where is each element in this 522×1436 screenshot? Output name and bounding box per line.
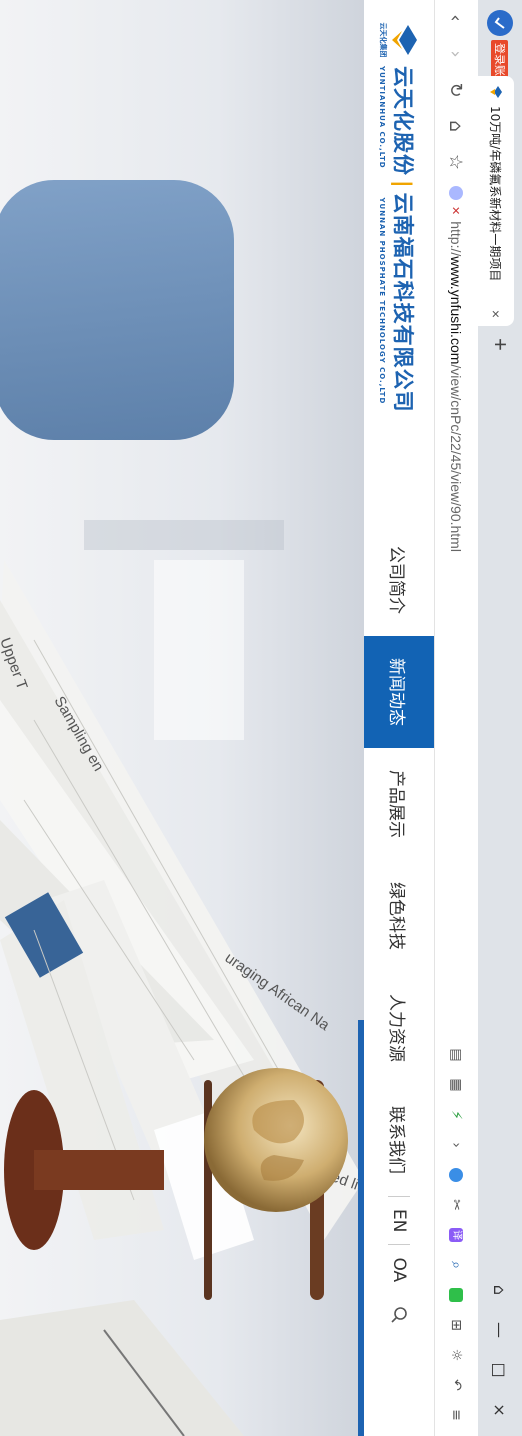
logo-group-name: 云天化集团: [379, 22, 387, 58]
extension-bolt-icon[interactable]: ⚡: [448, 1100, 464, 1130]
expand-tools-icon[interactable]: ›: [448, 1130, 464, 1160]
account-avatar-icon[interactable]: [487, 10, 513, 36]
qr-code-icon[interactable]: ▦: [448, 1070, 464, 1100]
logo-emblem-icon: [392, 25, 417, 55]
tab-close-icon[interactable]: ×: [488, 310, 504, 318]
site-favicon-icon: [490, 86, 502, 98]
nav-item-news[interactable]: 新闻动态: [364, 636, 434, 748]
url-field[interactable]: ✕ http:// www.ynfushi.com /view/cnPc/22/…: [434, 186, 478, 552]
reload-button[interactable]: ↻: [446, 72, 467, 108]
tab-title: 10万吨/年磷氟系新材料一期项目: [488, 106, 503, 282]
notification-extension-icon[interactable]: [448, 1160, 464, 1190]
nav-item-contact[interactable]: 联系我们: [364, 1084, 434, 1196]
nav-item-about[interactable]: 公司简介: [364, 524, 434, 636]
browser-tab[interactable]: 10万吨/年磷氟系新材料一期项目 ×: [478, 76, 514, 326]
green-extension-icon[interactable]: [448, 1280, 464, 1310]
forward-button[interactable]: ›: [446, 36, 467, 72]
back-button[interactable]: ‹: [446, 0, 467, 36]
logo-brand-name: 云天化股份: [391, 66, 416, 176]
logo-en-left: YUNTIANHUA CO.,LTD: [378, 66, 387, 169]
company-logo[interactable]: 云天化集团 云天化股份 | 云南福石科技有限公司 YUNTIANHUA CO.,LT…: [364, 20, 434, 413]
logo-company-name: 云南福石科技有限公司: [391, 192, 416, 413]
address-toolbar: ‹ › ↻ ⌂ ☆ ✕ http:// www.ynfushi.com /vie…: [434, 0, 478, 1436]
search-extension-icon[interactable]: ⌕: [448, 1250, 464, 1280]
logo-separator: |: [391, 180, 416, 189]
main-menu-icon[interactable]: ≡: [448, 1400, 464, 1430]
nav-item-green-tech[interactable]: 绿色科技: [364, 860, 434, 972]
logo-en-right: YUNNAN PHOSPHATE TECHNOLOGY CO.,LTD: [378, 197, 387, 405]
nav-item-oa[interactable]: OA: [364, 1245, 434, 1294]
site-header: 云天化集团 云天化股份 | 云南福石科技有限公司 YUNTIANHUA CO.,LT…: [364, 0, 434, 1436]
scissors-icon[interactable]: ✂: [448, 1190, 464, 1220]
site-search-icon[interactable]: [364, 1294, 434, 1336]
site-info-icon[interactable]: [449, 186, 463, 200]
apps-grid-icon[interactable]: ⊞: [448, 1310, 464, 1340]
banner-top-strip: [358, 1020, 364, 1436]
home-button[interactable]: ⌂: [446, 108, 467, 144]
bookmark-star-icon[interactable]: ☆: [446, 144, 467, 180]
url-scheme: http://: [448, 221, 464, 257]
translate-icon[interactable]: 译: [448, 1220, 464, 1250]
restore-window-icon[interactable]: ⌂: [491, 1270, 510, 1310]
minimize-button[interactable]: —: [491, 1310, 510, 1350]
maximize-button[interactable]: □: [491, 1350, 510, 1390]
nav-item-hr[interactable]: 人力资源: [364, 972, 434, 1084]
main-navigation: 公司简介 新闻动态 产品展示 绿色科技 人力资源 联系我们 EN OA: [364, 524, 434, 1336]
hero-banner: ger granted licen uraging African Na Sam…: [0, 0, 364, 1436]
url-host: www.ynfushi.com: [448, 256, 464, 365]
url-path: /view/cnPc/22/45/view/90.html: [448, 364, 464, 552]
banner-newspapers-globe-image: ger granted licen uraging African Na Sam…: [0, 180, 364, 1436]
logo-mark: 云天化集团: [371, 20, 427, 60]
browser-tab-bar: 登录账号 10万吨/年磷氟系新材料一期项目 × + ⌂ — □ ×: [478, 0, 522, 1436]
theme-sun-icon[interactable]: ☼: [448, 1340, 464, 1370]
nav-item-english[interactable]: EN: [364, 1197, 434, 1244]
reader-mode-icon[interactable]: ▤: [448, 1040, 464, 1070]
close-window-button[interactable]: ×: [491, 1390, 510, 1430]
insecure-lock-icon[interactable]: ✕: [450, 206, 463, 215]
new-tab-button[interactable]: +: [488, 338, 513, 351]
undo-icon[interactable]: ↶: [448, 1370, 464, 1400]
nav-item-products[interactable]: 产品展示: [364, 748, 434, 860]
